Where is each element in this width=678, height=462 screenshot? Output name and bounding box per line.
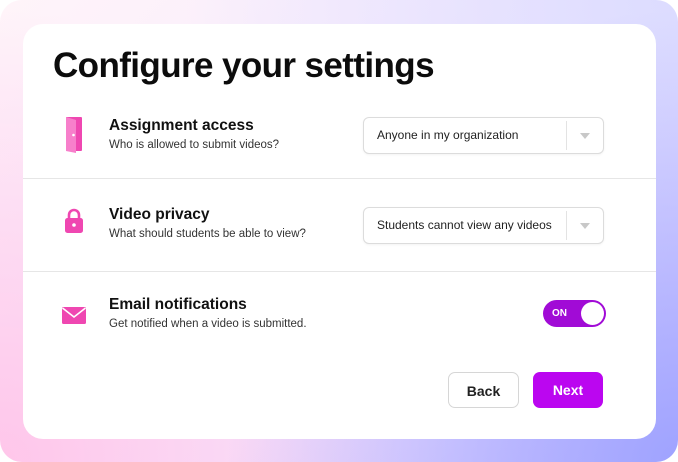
setting-subtitle: What should students be able to view? <box>109 228 306 240</box>
select-separator <box>566 211 567 240</box>
select-separator <box>566 121 567 150</box>
toggle-state-label: ON <box>552 308 567 319</box>
door-icon <box>63 116 85 153</box>
mail-icon <box>62 306 86 328</box>
select-value: Anyone in my organization <box>377 128 519 142</box>
select-value: Students cannot view any videos <box>377 218 552 232</box>
setting-title: Email notifications <box>109 296 247 313</box>
divider <box>23 271 656 272</box>
back-button[interactable]: Back <box>448 372 519 408</box>
setting-title: Assignment access <box>109 117 254 134</box>
chevron-down-icon <box>580 223 590 229</box>
settings-card: Configure your settings Assignment acces… <box>23 24 656 439</box>
chevron-down-icon <box>580 133 590 139</box>
background-frame: Configure your settings Assignment acces… <box>0 0 678 462</box>
setting-subtitle: Who is allowed to submit videos? <box>109 139 280 151</box>
setting-subtitle: Get notified when a video is submitted. <box>109 318 307 330</box>
email-notifications-toggle[interactable]: ON <box>543 300 606 327</box>
page-title: Configure your settings <box>53 46 435 85</box>
lock-icon <box>63 207 85 233</box>
next-button[interactable]: Next <box>533 372 603 408</box>
assignment-access-select[interactable]: Anyone in my organization <box>363 117 604 154</box>
video-privacy-select[interactable]: Students cannot view any videos <box>363 207 604 244</box>
divider <box>23 178 656 179</box>
toggle-knob <box>581 302 604 325</box>
setting-title: Video privacy <box>109 206 210 223</box>
